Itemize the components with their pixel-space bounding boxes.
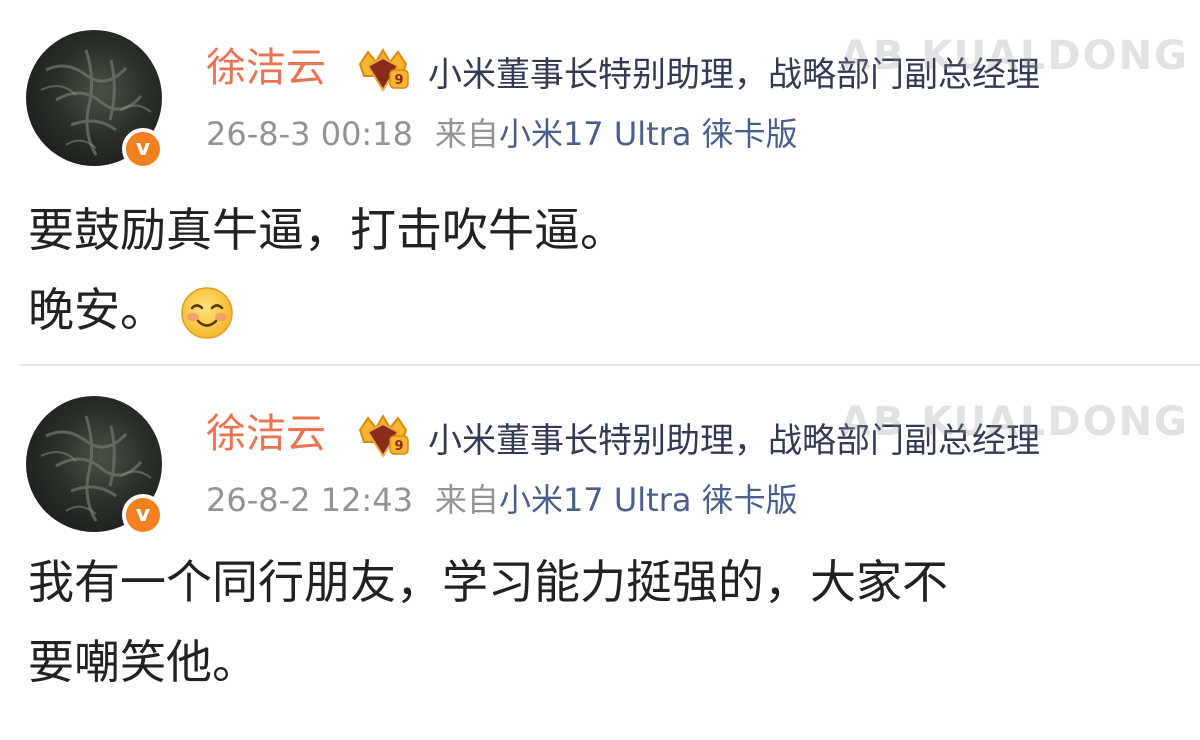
post-time: 26-8-3 00:18 <box>206 115 413 153</box>
source-prefix: 来自 <box>434 481 499 519</box>
content-line: 我有一个同行朋友，学习能力挺强的，大家不 <box>28 555 948 609</box>
weibo-feed: v 徐洁云 9 小米董事长特别助理，战略部门副总经理 AB KUALDONG 2… <box>0 0 1200 740</box>
post-meta: 26-8-3 00:18 来自小米17 Ultra 徕卡版 <box>206 118 798 150</box>
post-content: 我有一个同行朋友，学习能力挺强的，大家不 要嘲笑他。 <box>28 542 1170 702</box>
svg-text:9: 9 <box>394 439 403 454</box>
source-prefix: 来自 <box>434 115 499 153</box>
content-line: 要鼓励真牛逼，打击吹牛逼。 <box>28 203 626 257</box>
svg-text:9: 9 <box>394 73 403 88</box>
post: v 徐洁云 9 小米董事长特别助理，战略部门副总经理 AB KUALDONG 2… <box>0 0 1200 364</box>
post-content: 要鼓励真牛逼，打击吹牛逼。 晚安。 <box>28 190 1170 350</box>
username[interactable]: 徐洁云 <box>206 414 326 454</box>
content-line-with-emoji: 晚安。 <box>28 270 1170 350</box>
smile-emoji-icon <box>180 284 234 339</box>
watermark: AB KUALDONG <box>840 399 1189 445</box>
content-line: 要嘲笑他。 <box>28 635 258 689</box>
content-line: 晚安。 <box>28 283 166 337</box>
crown-member-icon[interactable]: 9 <box>354 412 412 462</box>
post-time: 26-8-2 12:43 <box>206 481 413 519</box>
post-meta: 26-8-2 12:43 来自小米17 Ultra 徕卡版 <box>206 484 798 516</box>
verified-v-icon: v <box>122 494 164 536</box>
crown-member-icon[interactable]: 9 <box>354 46 412 96</box>
username[interactable]: 徐洁云 <box>206 48 326 88</box>
device-source-link[interactable]: 小米17 Ultra 徕卡版 <box>499 481 798 519</box>
post: v 徐洁云 9 小米董事长特别助理，战略部门副总经理 AB KUALDONG 2… <box>0 366 1200 740</box>
device-source-link[interactable]: 小米17 Ultra 徕卡版 <box>499 115 798 153</box>
watermark: AB KUALDONG <box>840 33 1189 79</box>
verified-v-icon: v <box>122 128 164 170</box>
